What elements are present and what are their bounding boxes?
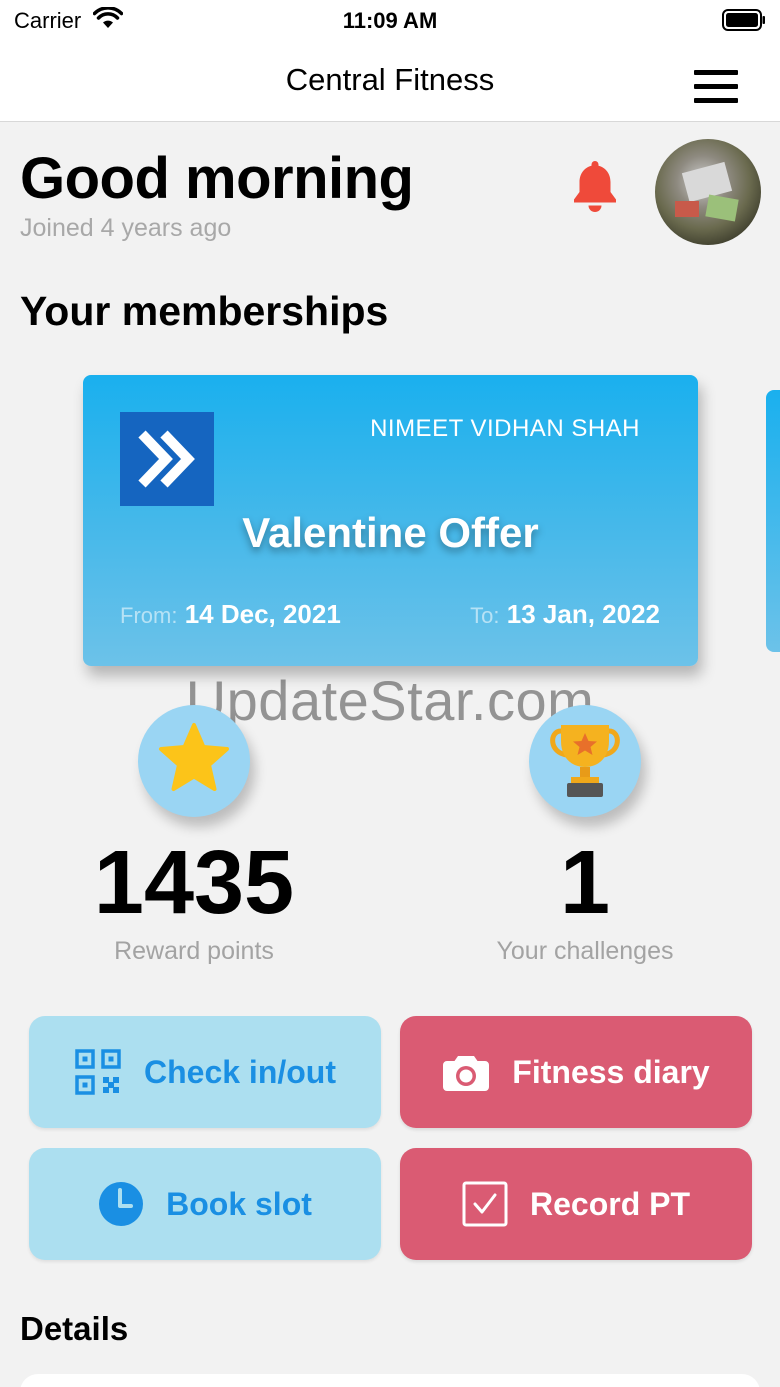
checkbox-icon bbox=[462, 1181, 508, 1227]
card-from: From: 14 Dec, 2021 bbox=[120, 599, 341, 630]
challenges-value: 1 bbox=[559, 833, 611, 933]
status-bar: Carrier 11:09 AM bbox=[0, 0, 780, 40]
chevron-right-logo-icon bbox=[120, 412, 214, 506]
qr-code-icon bbox=[74, 1048, 122, 1096]
member-name: NIMEET VIDHAN SHAH bbox=[370, 415, 640, 442]
from-label: From: bbox=[120, 603, 178, 628]
hamburger-menu-icon[interactable] bbox=[694, 70, 738, 104]
reward-points-value: 1435 bbox=[93, 833, 295, 933]
check-in-out-button[interactable]: Check in/out bbox=[29, 1016, 381, 1128]
next-membership-card[interactable] bbox=[766, 390, 780, 652]
challenges-label: Your challenges bbox=[496, 937, 674, 965]
battery-icon bbox=[722, 9, 766, 36]
from-date: 14 Dec, 2021 bbox=[184, 599, 341, 629]
check-in-out-label: Check in/out bbox=[143, 1053, 336, 1090]
to-date: 13 Jan, 2022 bbox=[506, 599, 660, 629]
nav-bar: Central Fitness bbox=[0, 40, 780, 122]
reward-points-badge[interactable] bbox=[138, 705, 250, 817]
record-pt-button[interactable]: Record PT bbox=[400, 1148, 752, 1260]
greeting-title: Good morning bbox=[20, 146, 414, 211]
watermark-text: UpdateStar.com bbox=[185, 669, 595, 732]
clock-time: 11:09 AM bbox=[342, 8, 438, 33]
details-heading: Details bbox=[20, 1310, 129, 1347]
notification-bell-icon[interactable] bbox=[570, 158, 620, 219]
book-slot-label: Book slot bbox=[166, 1185, 312, 1222]
to-label: To: bbox=[470, 603, 500, 628]
membership-card[interactable]: NIMEET VIDHAN SHAH Valentine Offer From:… bbox=[83, 375, 698, 666]
avatar[interactable] bbox=[655, 139, 761, 245]
plan-name: Valentine Offer bbox=[242, 509, 539, 556]
record-pt-label: Record PT bbox=[529, 1185, 691, 1222]
page-title: Central Fitness bbox=[285, 62, 495, 97]
card-to: To: 13 Jan, 2022 bbox=[470, 599, 660, 630]
challenges-badge[interactable] bbox=[529, 705, 641, 817]
camera-icon bbox=[442, 1052, 490, 1092]
joined-subtitle: Joined 4 years ago bbox=[20, 214, 232, 242]
fitness-diary-button[interactable]: Fitness diary bbox=[400, 1016, 752, 1128]
details-card bbox=[20, 1374, 760, 1387]
fitness-diary-label: Fitness diary bbox=[512, 1053, 710, 1090]
clock-icon bbox=[98, 1181, 144, 1227]
memberships-heading: Your memberships bbox=[20, 288, 389, 334]
reward-points-label: Reward points bbox=[114, 937, 274, 965]
trophy-icon bbox=[547, 719, 623, 806]
star-icon bbox=[154, 719, 234, 804]
book-slot-button[interactable]: Book slot bbox=[29, 1148, 381, 1260]
